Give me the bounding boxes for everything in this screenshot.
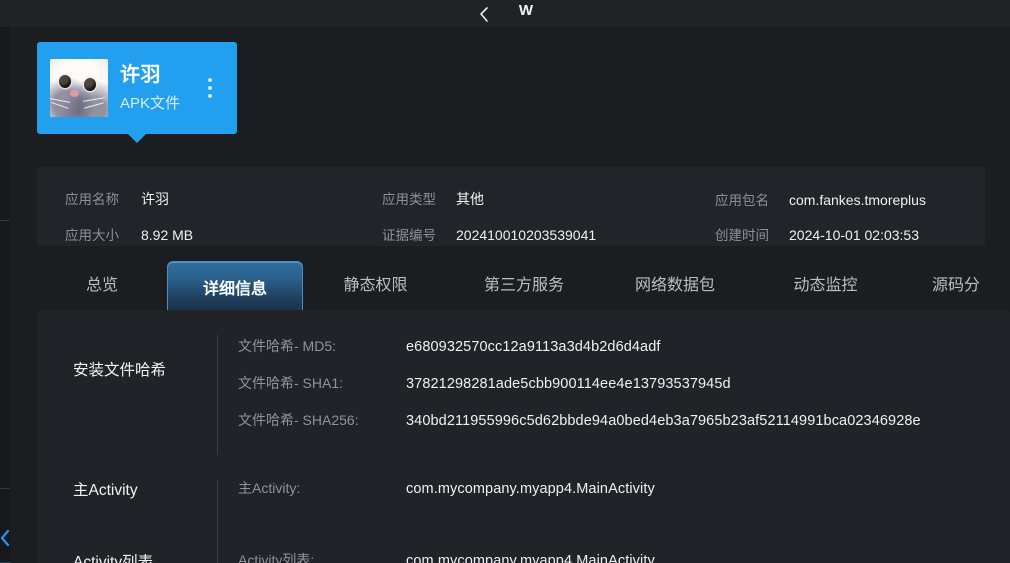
info-evidence-number: 证据编号 202410010203539041: [382, 224, 715, 244]
field-value: com.mycompany.myapp4.MainActivity: [406, 481, 655, 497]
info-label: 应用包名: [715, 192, 769, 208]
tab-details[interactable]: 详细信息: [167, 261, 303, 311]
info-label: 应用名称: [65, 192, 119, 207]
section-main-activity: 主Activity 主Activity: com.mycompany.myapp…: [37, 478, 1010, 502]
section-body: 文件哈希- MD5: e680932570cc12a9113a3d4b2d6d4…: [215, 336, 1010, 447]
section-body: 主Activity: com.mycompany.myapp4.MainActi…: [215, 478, 1010, 502]
rail-divider: [0, 488, 10, 489]
info-app-name: 应用名称 许羽: [37, 188, 382, 209]
tab-network-packets[interactable]: 网络数据包: [600, 271, 750, 311]
info-label: 应用大小: [65, 227, 119, 243]
main-activity-row: 主Activity: com.mycompany.myapp4.MainActi…: [238, 478, 1010, 502]
collapse-arrow-icon[interactable]: [0, 525, 10, 551]
app-card-text: 许羽 APK文件: [120, 64, 203, 113]
info-value: 许羽: [141, 191, 169, 207]
hash-sha1-row: 文件哈希- SHA1: 37821298281ade5cbb900114ee4e…: [238, 373, 1010, 410]
hash-sha256-row: 文件哈希- SHA256: 340bd211955996c5d62bbde94a…: [238, 410, 1010, 447]
info-row: 应用大小 8.92 MB 证据编号 202410010203539041 创建时…: [37, 216, 985, 251]
info-label: 证据编号: [382, 227, 436, 243]
field-label: 文件哈希- MD5:: [238, 338, 336, 354]
field-label: 文件哈希- SHA1:: [238, 375, 344, 391]
app-summary-card[interactable]: 许羽 APK文件: [37, 42, 237, 143]
main-panel: 许羽 APK文件 应用名称 许羽 应用类型 其他 应用包名 com.fankes…: [10, 27, 1010, 563]
section-label: 安装文件哈希: [73, 362, 167, 379]
info-package-name: 应用包名 com.fankes.tmoreplus: [715, 189, 985, 209]
app-name: 许羽: [120, 63, 161, 86]
info-row: 应用名称 许羽 应用类型 其他 应用包名 com.fankes.tmoreplu…: [37, 181, 985, 216]
section-label: 主Activity: [73, 482, 138, 499]
tab-dynamic-monitor[interactable]: 动态监控: [750, 271, 901, 311]
info-value: 2024-10-01 02:03:53: [789, 226, 919, 243]
section-label: Activity列表: [73, 554, 154, 563]
tab-overview[interactable]: 总览: [37, 271, 167, 311]
titlebar: W: [0, 0, 1010, 27]
app-info-card: 应用名称 许羽 应用类型 其他 应用包名 com.fankes.tmoreplu…: [37, 167, 985, 246]
back-button[interactable]: [477, 6, 491, 22]
field-label: Activity列表:: [238, 552, 315, 563]
tab-third-party-services[interactable]: 第三方服务: [448, 271, 600, 311]
field-label: 主Activity:: [238, 480, 301, 496]
section-body: Activity列表: com.mycompany.myapp4.MainAct…: [215, 550, 1010, 563]
field-value: e680932570cc12a9113a3d4b2d6d4adf: [406, 339, 661, 355]
brand-logo: W: [518, 2, 534, 19]
rail-divider: [0, 220, 10, 221]
section-activity-list: Activity列表 Activity列表: com.mycompany.mya…: [37, 550, 1010, 563]
tab-source-analysis[interactable]: 源码分: [901, 271, 1010, 311]
app-root: W 许羽 APK文件 应用名称 许羽 应用类型 其他 应用包名 com.fank…: [0, 0, 1010, 563]
cat-avatar: [50, 59, 108, 117]
hash-md5-row: 文件哈希- MD5: e680932570cc12a9113a3d4b2d6d4…: [238, 336, 1010, 373]
tab-bar: 总览 详细信息 静态权限 第三方服务 网络数据包 动态监控 源码分: [37, 261, 1010, 311]
left-rail: [0, 27, 10, 563]
field-value: com.mycompany.myapp4.MainActivity: [406, 553, 655, 563]
info-label: 创建时间: [715, 227, 769, 243]
field-value: 37821298281ade5cbb900114ee4e13793537945d: [406, 376, 731, 392]
info-value: com.fankes.tmoreplus: [789, 191, 926, 208]
section-install-file-hash: 安装文件哈希 文件哈希- MD5: e680932570cc12a9113a3d…: [37, 336, 1010, 447]
info-app-type: 应用类型 其他: [382, 188, 715, 209]
tab-static-permissions[interactable]: 静态权限: [303, 271, 448, 311]
info-app-size: 应用大小 8.92 MB: [37, 224, 382, 244]
field-value: 340bd211955996c5d62bbde94a0bed4eb3a7965b…: [406, 413, 921, 429]
info-value: 其他: [456, 191, 484, 207]
kebab-menu-icon[interactable]: [203, 78, 217, 98]
info-value: 8.92 MB: [141, 226, 194, 243]
info-label: 应用类型: [382, 192, 436, 207]
info-create-time: 创建时间 2024-10-01 02:03:53: [715, 224, 985, 244]
field-label: 文件哈希- SHA256:: [238, 412, 359, 428]
details-panel: 安装文件哈希 文件哈希- MD5: e680932570cc12a9113a3d…: [37, 310, 1010, 563]
info-value: 202410010203539041: [456, 226, 597, 243]
activity-list-row: Activity列表: com.mycompany.myapp4.MainAct…: [238, 550, 1010, 563]
app-file-type: APK文件: [120, 94, 181, 112]
